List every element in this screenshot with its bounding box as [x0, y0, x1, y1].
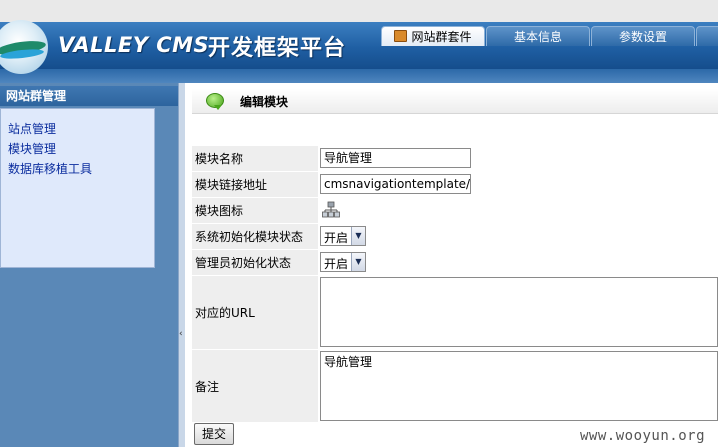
- admin-init-state-select[interactable]: 开启 ▼: [320, 252, 366, 272]
- tab-site-group-suite[interactable]: 网站群套件: [381, 26, 485, 46]
- module-link-label: 模块链接地址: [195, 178, 268, 192]
- collapse-arrow-icon[interactable]: ‹: [179, 329, 183, 339]
- system-init-state-select[interactable]: 开启 ▼: [320, 226, 366, 246]
- sidebar-title: 网站群管理: [0, 86, 178, 106]
- submit-button[interactable]: 提交: [194, 423, 234, 445]
- row-module-name: 模块名称 导航管理: [192, 146, 718, 172]
- tab-label: 网站群套件: [411, 30, 472, 44]
- module-link-input[interactable]: cmsnavigationtemplate/ma: [320, 174, 471, 194]
- url-textarea[interactable]: [320, 277, 718, 347]
- page-title: 编辑模块: [240, 95, 289, 109]
- tab-more[interactable]: [696, 26, 718, 46]
- url-cell: [318, 276, 718, 349]
- module-name-label: 模块名称: [195, 152, 244, 166]
- chevron-down-icon[interactable]: ▼: [351, 227, 365, 245]
- tab-parameter-settings[interactable]: 参数设置: [591, 26, 695, 46]
- row-url: 对应的URL: [192, 276, 718, 350]
- sidebar-splitter[interactable]: ‹: [178, 83, 185, 447]
- sidebar-item-site-management[interactable]: 站点管理: [1, 119, 154, 139]
- tab-label: 基本信息: [513, 30, 562, 44]
- app-header: VALLEY CMS 开发框架平台 网站群套件 基本信息 参数设置: [0, 0, 718, 83]
- select-value: 开启: [324, 231, 349, 245]
- main-content: 编辑模块 模块名称 导航管理 模块链接地址 cmsnavigationtempl…: [185, 83, 718, 447]
- url-label: 对应的URL: [195, 306, 255, 320]
- sidebar-menu: 站点管理 模块管理 数据库移植工具: [0, 108, 155, 268]
- chevron-down-icon[interactable]: ▼: [351, 253, 365, 271]
- header-bottom-strip: [0, 69, 718, 83]
- tab-label: 参数设置: [618, 30, 667, 44]
- watermark: www.wooyun.org: [580, 428, 706, 444]
- row-module-link: 模块链接地址 cmsnavigationtemplate/ma: [192, 172, 718, 198]
- module-link-cell: cmsnavigationtemplate/ma: [318, 172, 718, 197]
- tab-basic-info[interactable]: 基本信息: [486, 26, 590, 46]
- admin-init-state-cell: 开启 ▼: [318, 250, 718, 275]
- row-module-icon: 模块图标: [192, 198, 718, 224]
- admin-init-state-label: 管理员初始化状态: [195, 256, 292, 270]
- row-admin-init-state: 管理员初始化状态 开启 ▼: [192, 250, 718, 276]
- module-icon-cell: [318, 198, 718, 223]
- remark-label: 备注: [195, 379, 220, 394]
- remark-textarea[interactable]: 导航管理: [320, 351, 718, 421]
- system-init-state-cell: 开启 ▼: [318, 224, 718, 249]
- row-system-init-state: 系统初始化模块状态 开启 ▼: [192, 224, 718, 250]
- briefcase-icon: [394, 30, 408, 42]
- sidebar: 网站群管理 站点管理 模块管理 数据库移植工具: [0, 83, 178, 447]
- section-header: 编辑模块: [192, 89, 718, 114]
- system-init-state-label: 系统初始化模块状态: [195, 230, 304, 244]
- sidebar-item-module-management[interactable]: 模块管理: [1, 139, 154, 159]
- module-name-cell: 导航管理: [318, 146, 718, 171]
- brand-title: 开发框架平台: [208, 36, 347, 61]
- remark-cell: 导航管理: [318, 350, 718, 422]
- speech-bubble-tail: [214, 105, 222, 110]
- select-value: 开启: [324, 257, 349, 271]
- module-icon-label: 模块图标: [195, 204, 244, 218]
- org-tree-icon[interactable]: [322, 201, 340, 219]
- brand-name: VALLEY CMS: [58, 33, 210, 57]
- sidebar-item-db-migration-tool[interactable]: 数据库移植工具: [1, 159, 154, 179]
- module-name-input[interactable]: 导航管理: [320, 148, 471, 168]
- row-remark: 备注 导航管理: [192, 350, 718, 423]
